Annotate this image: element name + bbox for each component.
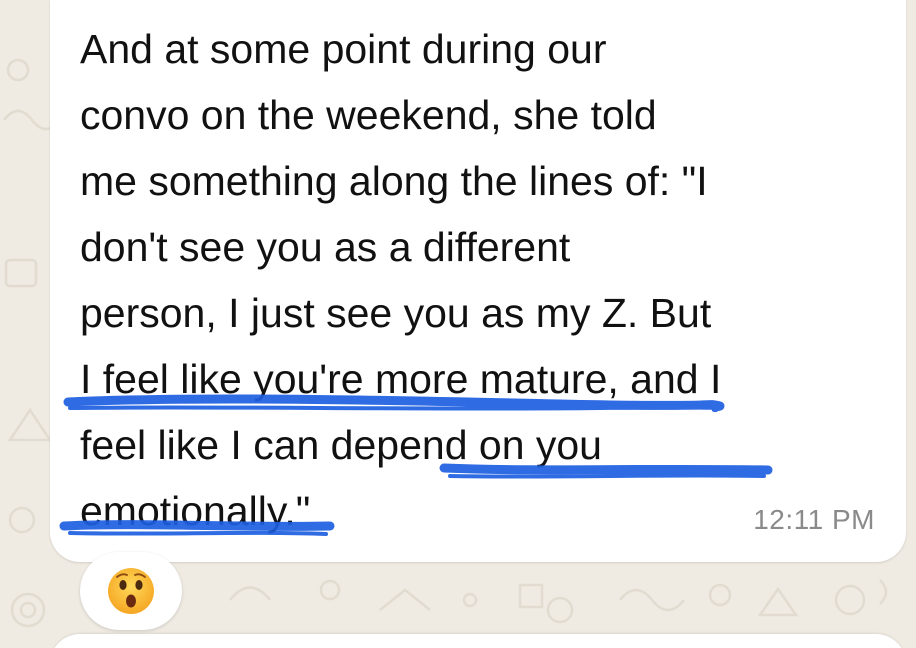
message-timestamp: 12:11 PM bbox=[753, 504, 875, 535]
message-line: don't see you as a different bbox=[80, 224, 571, 270]
next-message-bubble[interactable] bbox=[50, 634, 906, 648]
astonished-face-icon bbox=[108, 568, 154, 614]
message-text: And at some point during our convo on the… bbox=[80, 16, 880, 544]
message-line: person, I just see you as my Z. But bbox=[80, 290, 712, 336]
reaction-badge[interactable] bbox=[80, 552, 182, 630]
message-line: me something along the lines of: "I bbox=[80, 158, 708, 204]
message-line: feel like I can depend on you bbox=[80, 422, 602, 468]
message-line: convo on the weekend, she told bbox=[80, 92, 657, 138]
message-line: And at some point during our bbox=[80, 26, 607, 72]
message-bubble[interactable]: And at some point during our convo on the… bbox=[50, 0, 906, 562]
message-line: I feel like you're more mature, and I bbox=[80, 356, 722, 402]
